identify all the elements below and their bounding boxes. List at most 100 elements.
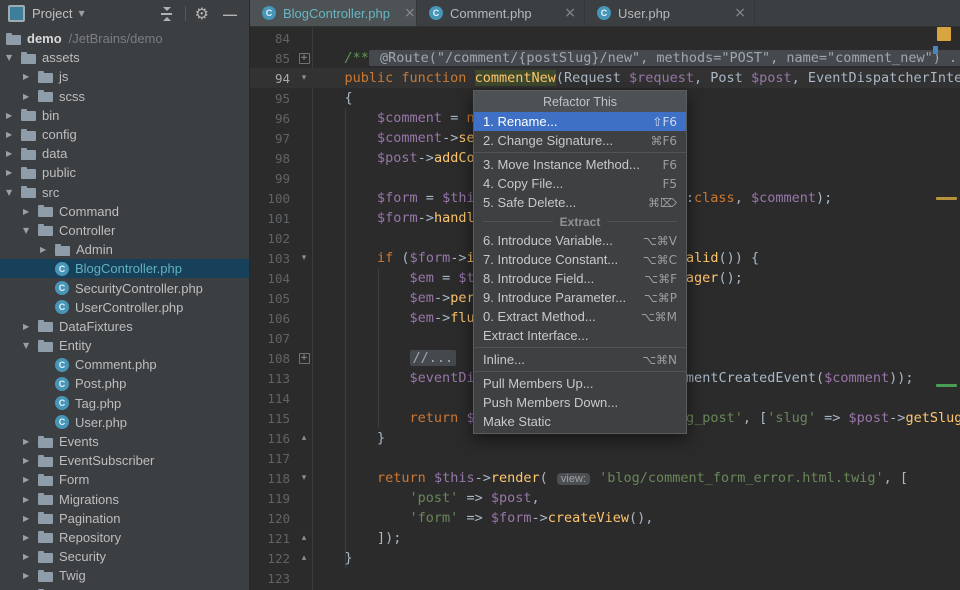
fold-close-icon[interactable]: ▴	[296, 553, 312, 563]
tab-blogcontroller-php[interactable]: C BlogController.php ×	[250, 0, 417, 26]
menu-item-extract-interface[interactable]: Extract Interface...	[474, 326, 686, 345]
expand-arrow-icon[interactable]: ▶	[23, 514, 38, 523]
menu-item-2-change-signature[interactable]: 2. Change Signature... ⌘F6	[474, 131, 686, 150]
tree-item-label: Pagination	[59, 510, 121, 526]
tree-item-security[interactable]: ▶ Security	[0, 547, 249, 566]
tree-item-pagination[interactable]: ▶ Pagination	[0, 509, 249, 528]
tree-item-repository[interactable]: ▶ Repository	[0, 528, 249, 547]
menu-item-4-copy-file[interactable]: 4. Copy File... F5	[474, 174, 686, 193]
expand-arrow-icon[interactable]: ▼	[23, 226, 38, 235]
tree-item-post-php[interactable]: C Post.php	[0, 374, 249, 393]
tree-item-twig[interactable]: ▶ Twig	[0, 566, 249, 585]
tree-item-config[interactable]: ▶ config	[0, 125, 249, 144]
close-icon[interactable]: ×	[404, 5, 416, 21]
tree-item-public[interactable]: ▶ public	[0, 163, 249, 182]
folder-icon	[38, 205, 53, 218]
expand-arrow-icon[interactable]: ▶	[6, 130, 21, 139]
expand-arrow-icon[interactable]: ▼	[6, 188, 21, 197]
code-text[interactable]: return $this->render( view: 'blog/commen…	[312, 470, 908, 486]
code-text[interactable]: }	[312, 430, 385, 446]
fold-plus-icon[interactable]: +	[296, 52, 312, 64]
expand-arrow-icon[interactable]: ▶	[23, 456, 38, 465]
menu-item-8-introduce-field[interactable]: 8. Introduce Field... ⌥⌘F	[474, 269, 686, 288]
menu-item-inline[interactable]: Inline... ⌥⌘N	[474, 350, 686, 369]
code-text[interactable]: }	[312, 550, 353, 566]
tree-item-datafixtures[interactable]: ▶ DataFixtures	[0, 317, 249, 336]
settings-gear-icon[interactable]: ⚙	[195, 5, 209, 22]
tree-item-events[interactable]: ▶ Events	[0, 432, 249, 451]
collapse-all-icon[interactable]	[158, 6, 176, 21]
code-text[interactable]: /** @Route("/comment/{postSlug}/new", me…	[312, 50, 960, 66]
expand-arrow-icon[interactable]: ▶	[23, 437, 38, 446]
fold-open-icon[interactable]: ▾	[296, 253, 312, 263]
expand-arrow-icon[interactable]: ▶	[23, 571, 38, 580]
php-class-icon: C	[597, 6, 611, 20]
fold-close-icon[interactable]: ▴	[296, 533, 312, 543]
expand-arrow-icon[interactable]: ▶	[23, 475, 38, 484]
close-icon[interactable]: ×	[564, 5, 576, 21]
code-text[interactable]: public function commentNew(Request $requ…	[312, 70, 960, 86]
fold-close-icon[interactable]: ▴	[296, 433, 312, 443]
expand-arrow-icon[interactable]: ▼	[23, 341, 38, 350]
tree-item-js[interactable]: ▶ js	[0, 67, 249, 86]
tree-item-usercontroller-php[interactable]: C UserController.php	[0, 298, 249, 317]
expand-arrow-icon[interactable]: ▶	[23, 552, 38, 561]
expand-arrow-icon[interactable]: ▶	[40, 245, 55, 254]
fold-open-icon[interactable]: ▾	[296, 73, 312, 83]
tree-item-bin[interactable]: ▶ bin	[0, 106, 249, 125]
expand-arrow-icon[interactable]: ▶	[23, 322, 38, 331]
menu-item-push-members-down[interactable]: Push Members Down...	[474, 393, 686, 412]
expand-arrow-icon[interactable]: ▶	[23, 92, 38, 101]
fold-plus-icon[interactable]: +	[296, 352, 312, 364]
code-text[interactable]: 'post' => $post,	[312, 490, 540, 506]
tree-item-data[interactable]: ▶ data	[0, 144, 249, 163]
code-text[interactable]: {	[312, 90, 353, 106]
code-text[interactable]: //...	[312, 350, 457, 366]
menu-item-0-extract-method[interactable]: 0. Extract Method... ⌥⌘M	[474, 307, 686, 326]
tree-item-form[interactable]: ▶ Form	[0, 470, 249, 489]
tree-item-controller[interactable]: ▼ Controller	[0, 221, 249, 240]
tab-comment-php[interactable]: C Comment.php ×	[417, 0, 585, 26]
menu-item-pull-members-up[interactable]: Pull Members Up...	[474, 374, 686, 393]
menu-item-3-move-instance-method[interactable]: 3. Move Instance Method... F6	[474, 155, 686, 174]
tree-item-utils[interactable]: ▶Utils	[0, 585, 249, 590]
tree-item-assets[interactable]: ▼ assets	[0, 48, 249, 67]
menu-item-shortcut: F5	[662, 176, 677, 191]
menu-item-6-introduce-variable[interactable]: 6. Introduce Variable... ⌥⌘V	[474, 231, 686, 250]
expand-arrow-icon[interactable]: ▶	[23, 495, 38, 504]
menu-item-1-rename[interactable]: 1. Rename... ⇧F6	[474, 112, 686, 131]
menu-item-9-introduce-parameter[interactable]: 9. Introduce Parameter... ⌥⌘P	[474, 288, 686, 307]
chevron-down-icon[interactable]: ▼	[78, 9, 84, 18]
tree-item-scss[interactable]: ▶ scss	[0, 87, 249, 106]
close-icon[interactable]: ×	[734, 5, 746, 21]
menu-item-make-static[interactable]: Make Static	[474, 412, 686, 431]
expand-arrow-icon[interactable]: ▶	[6, 168, 21, 177]
fold-open-icon[interactable]: ▾	[296, 473, 312, 483]
code-text[interactable]: ]);	[312, 530, 401, 546]
tree-item-migrations[interactable]: ▶ Migrations	[0, 490, 249, 509]
editor-tab-bar: C BlogController.php × C Comment.php × C User.p…	[250, 0, 960, 27]
expand-arrow-icon[interactable]: ▼	[6, 53, 21, 62]
expand-arrow-icon[interactable]: ▶	[6, 149, 21, 158]
tree-item-tag-php[interactable]: C Tag.php	[0, 394, 249, 413]
tree-item-blogcontroller-php[interactable]: C BlogController.php	[0, 259, 249, 279]
expand-arrow-icon[interactable]: ▶	[23, 533, 38, 542]
expand-arrow-icon[interactable]: ▶	[6, 111, 21, 120]
tab-user-php[interactable]: C User.php ×	[585, 0, 755, 26]
tree-item-admin[interactable]: ▶ Admin	[0, 240, 249, 259]
expand-arrow-icon[interactable]: ▶	[23, 72, 38, 81]
tree-item-command[interactable]: ▶ Command	[0, 202, 249, 221]
tree-item-eventsubscriber[interactable]: ▶ EventSubscriber	[0, 451, 249, 470]
tree-item-comment-php[interactable]: C Comment.php	[0, 355, 249, 374]
tree-item-entity[interactable]: ▼ Entity	[0, 336, 249, 355]
tree-item-demo[interactable]: demo/JetBrains/demo	[0, 29, 249, 48]
expand-arrow-icon[interactable]: ▶	[23, 207, 38, 216]
menu-separator	[474, 152, 686, 153]
menu-item-7-introduce-constant[interactable]: 7. Introduce Constant... ⌥⌘C	[474, 250, 686, 269]
code-text[interactable]: 'form' => $form->createView(),	[312, 510, 654, 526]
tree-item-securitycontroller-php[interactable]: C SecurityController.php	[0, 278, 249, 297]
menu-item-5-safe-delete[interactable]: 5. Safe Delete... ⌘⌦	[474, 193, 686, 212]
tree-item-user-php[interactable]: C User.php	[0, 413, 249, 432]
hide-panel-icon[interactable]: —	[223, 6, 237, 22]
tree-item-src[interactable]: ▼ src	[0, 183, 249, 202]
